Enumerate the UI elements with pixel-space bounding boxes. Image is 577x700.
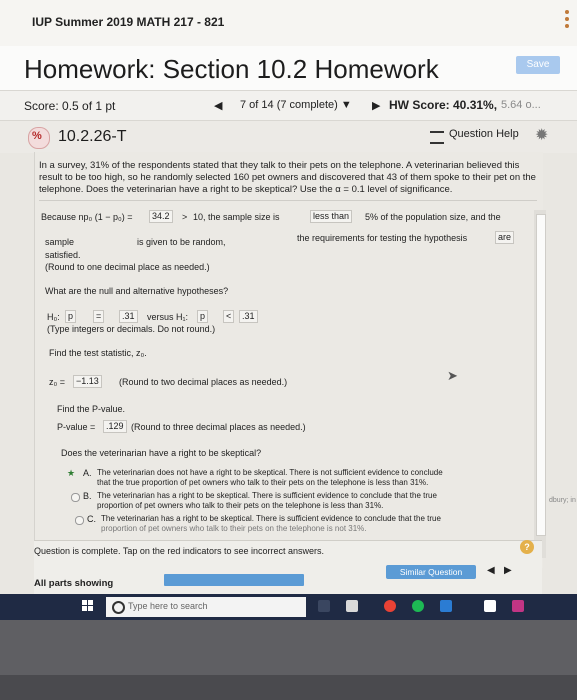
course-bar: IUP Summer 2019 MATH 217 - 821 xyxy=(0,0,577,47)
pvalue-prompt: Find the P-value. xyxy=(57,404,126,414)
sample-size-answer[interactable]: less than xyxy=(310,210,353,223)
selected-star-icon: ★ xyxy=(67,468,76,478)
round-note-1: (Round to one decimal place as needed.) xyxy=(45,262,210,272)
course-title: IUP Summer 2019 MATH 217 - 821 xyxy=(32,15,225,29)
choice-b-line1[interactable]: The veterinarian has a right to be skept… xyxy=(97,491,437,500)
test-stat-answer[interactable]: −1.13 xyxy=(73,375,102,388)
choice-a-letter[interactable]: A. xyxy=(83,468,92,478)
next-question-icon[interactable]: ▶ xyxy=(372,99,380,112)
condition-given: is given to be random, xyxy=(137,237,226,247)
side-text: dbury; in xyxy=(549,497,576,504)
browser-screen: IUP Summer 2019 MATH 217 - 821 Homework:… xyxy=(0,0,577,640)
hw-score: HW Score: 40.31%, xyxy=(389,98,498,112)
choice-c-radio[interactable] xyxy=(75,516,84,525)
hw-score-detail: 5.64 o... xyxy=(501,99,541,111)
question-content: In a survey, 31% of the respondents stat… xyxy=(34,152,543,568)
windows-start-icon[interactable] xyxy=(82,600,94,612)
h1-parameter[interactable]: p xyxy=(197,310,209,323)
test-stat-note: (Round to two decimal places as needed.) xyxy=(119,377,288,387)
keyboard-function-row xyxy=(0,675,577,700)
h0-operator[interactable]: = xyxy=(93,310,105,323)
taskbar-search-placeholder: Type here to search xyxy=(128,601,208,611)
condition-satisfied: satisfied. xyxy=(45,250,81,260)
menu-dots-icon[interactable] xyxy=(565,10,571,31)
gear-icon[interactable]: ✹ xyxy=(535,125,548,145)
hypotheses-question: What are the null and alternative hypoth… xyxy=(45,286,229,296)
test-stat-prompt: Find the test statistic, z₀. xyxy=(49,348,147,358)
pvalue-note: (Round to three decimal places as needed… xyxy=(131,422,306,432)
app-icon[interactable] xyxy=(484,600,496,612)
choice-a-line2[interactable]: that the true proportion of pet owners w… xyxy=(97,478,428,487)
question-row: % 10.2.26-T Question Help ✹ xyxy=(0,120,577,153)
mic-icon[interactable] xyxy=(318,600,330,612)
score-text: Score: 0.5 of 1 pt xyxy=(24,99,116,113)
choice-c-line1[interactable]: The veterinarian has a right to be skept… xyxy=(101,514,441,523)
condition-because: Because np₀ (1 − p₀) = xyxy=(41,212,133,222)
score-row: Score: 0.5 of 1 pt ◀ 7 of 14 (7 complete… xyxy=(0,90,577,121)
condition-requirements: the requirements for testing the hypothe… xyxy=(297,233,468,243)
all-parts-label: All parts showing xyxy=(34,578,114,589)
partial-credit-icon: % xyxy=(28,127,50,149)
choice-b-radio[interactable] xyxy=(71,493,80,502)
spotify-icon[interactable] xyxy=(412,600,424,612)
h0-label: H₀: xyxy=(47,312,60,322)
divider xyxy=(39,200,537,201)
homework-header: Homework: Section 10.2 Homework xyxy=(0,46,577,90)
footer-next-icon[interactable]: ▶ xyxy=(504,565,512,576)
test-stat-label: z₀ = xyxy=(49,377,65,387)
question-help-button[interactable]: Question Help xyxy=(449,128,519,140)
save-button[interactable]: Save xyxy=(516,56,560,74)
similar-question-button[interactable]: Similar Question xyxy=(386,565,476,579)
word-icon[interactable] xyxy=(440,600,452,612)
condition-gt: > xyxy=(182,212,188,222)
hypotheses-note: (Type integers or decimals. Do not round… xyxy=(47,324,216,334)
chrome-icon[interactable] xyxy=(384,600,396,612)
prev-question-icon[interactable]: ◀ xyxy=(214,99,222,112)
choice-a-line1[interactable]: The veterinarian does not have a right t… xyxy=(97,468,443,477)
help-question-icon[interactable]: ? xyxy=(520,540,534,554)
choice-c-letter[interactable]: C. xyxy=(87,514,96,524)
h1-operator[interactable]: < xyxy=(223,310,235,323)
question-number: 10.2.26-T xyxy=(58,128,127,145)
requirements-answer[interactable]: are xyxy=(495,231,515,244)
mouse-cursor-icon: ➤ xyxy=(447,368,458,383)
homework-title: Homework: Section 10.2 Homework xyxy=(24,54,439,84)
choice-b-letter[interactable]: B. xyxy=(83,491,92,501)
np-answer[interactable]: 34.2 xyxy=(149,210,173,223)
condition-sample: sample xyxy=(45,237,75,247)
completion-message: Question is complete. Tap on the red ind… xyxy=(34,546,324,556)
h0-value[interactable]: .31 xyxy=(119,310,138,323)
pvalue-answer[interactable]: .129 xyxy=(103,420,127,433)
condition-population: 5% of the population size, and the xyxy=(365,212,501,222)
choice-b-line2[interactable]: proportion of pet owners who talk to the… xyxy=(97,501,383,510)
parts-showing-bar[interactable] xyxy=(164,574,304,586)
skeptical-question: Does the veterinarian have a right to be… xyxy=(61,448,262,458)
scrollbar-thumb[interactable] xyxy=(536,214,546,536)
instagram-icon[interactable] xyxy=(512,600,524,612)
condition-ten: 10, the sample size is xyxy=(193,212,280,222)
choice-c-line2[interactable]: proportion of pet owners who talk to the… xyxy=(101,524,367,533)
versus-label: versus H₁: xyxy=(147,312,189,322)
problem-statement: In a survey, 31% of the respondents stat… xyxy=(39,160,536,195)
pvalue-label: P-value = xyxy=(57,422,96,432)
task-view-icon[interactable] xyxy=(346,600,358,612)
h1-value[interactable]: .31 xyxy=(239,310,258,323)
footer-prev-icon[interactable]: ◀ xyxy=(487,565,495,576)
help-list-icon[interactable] xyxy=(430,131,444,144)
question-progress-dropdown[interactable]: 7 of 14 (7 complete) ▼ xyxy=(240,99,352,111)
cortana-icon xyxy=(112,601,125,614)
h0-parameter[interactable]: p xyxy=(65,310,77,323)
